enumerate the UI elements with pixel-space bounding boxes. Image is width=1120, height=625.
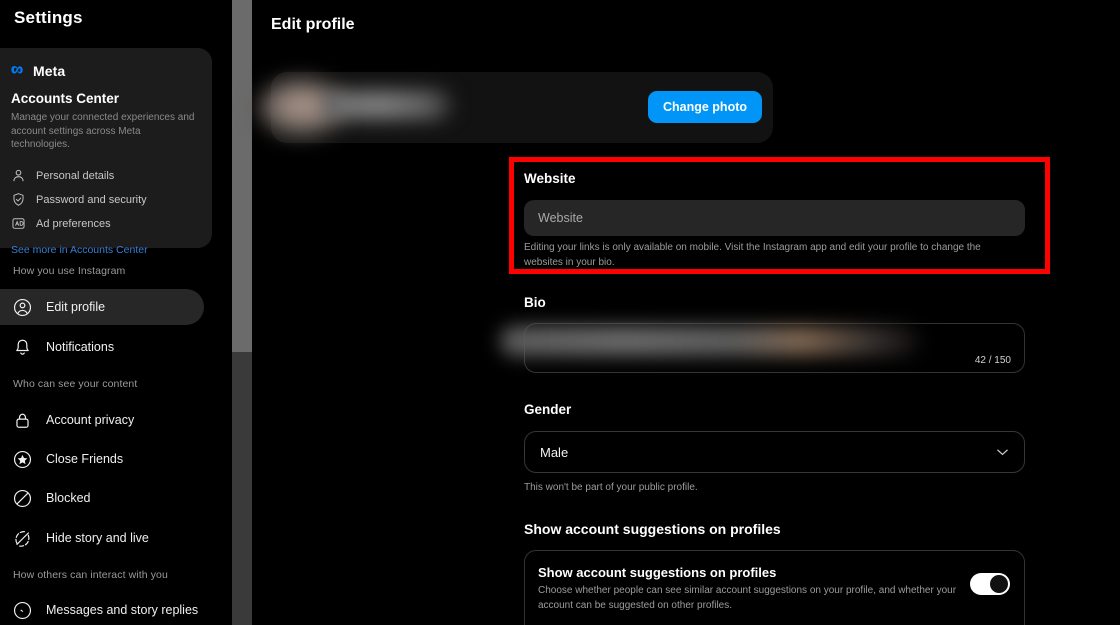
accounts-link-password-security[interactable]: Password and security <box>11 188 212 212</box>
bio-character-counter: 42 / 150 <box>974 355 1011 366</box>
page-title-settings: Settings <box>14 8 83 27</box>
suggestions-toggle[interactable] <box>970 573 1010 595</box>
sidebar-item-hide-story-and-live[interactable]: Hide story and live <box>0 520 204 556</box>
suggestions-texts: Show account suggestions on profiles Cho… <box>538 565 958 613</box>
suggestions-description: Choose whether people can see similar ac… <box>538 585 957 611</box>
nav-section-label-how-others-interact: How others can interact with you <box>13 569 168 581</box>
hide-story-icon <box>15 530 30 547</box>
accounts-link-personal-details[interactable]: Personal details <box>11 164 212 188</box>
sidebar-item-edit-profile[interactable]: Edit profile <box>0 289 204 325</box>
sidebar-item-label: Edit profile <box>46 300 106 314</box>
sidebar-item-account-privacy[interactable]: Account privacy <box>0 402 204 438</box>
gender-selected-value: Male <box>540 444 569 460</box>
sidebar-item-label: Notifications <box>46 340 115 354</box>
accounts-link-label: Personal details <box>36 169 115 182</box>
accounts-center-links: Personal details Password and security A… <box>11 164 212 236</box>
sidebar-item-notifications[interactable]: Notifications <box>0 329 204 365</box>
page-title-edit-profile: Edit profile <box>271 16 355 33</box>
shield-check-icon <box>13 193 24 206</box>
accounts-link-label: Password and security <box>36 193 147 206</box>
accounts-link-ad-preferences[interactable]: Ad preferences <box>11 212 212 236</box>
sidebar-item-label: Hide story and live <box>46 531 149 545</box>
bio-value-blurred <box>500 326 920 356</box>
block-icon <box>13 489 32 507</box>
website-input[interactable] <box>524 200 1025 236</box>
profile-circle-icon <box>13 298 32 316</box>
sidebar-item-label: Close Friends <box>46 452 124 466</box>
person-icon <box>13 169 24 182</box>
website-label: Website <box>524 171 576 186</box>
bio-label: Bio <box>524 295 546 310</box>
chevron-down-icon <box>997 449 1008 456</box>
meta-brand-label: Meta <box>33 63 66 79</box>
gender-help-text: This won't be part of your public profil… <box>524 482 698 493</box>
suggestions-card: Show account suggestions on profiles Cho… <box>524 550 1025 625</box>
change-photo-button[interactable]: Change photo <box>647 91 762 123</box>
website-help-text: Editing your links is only available on … <box>524 242 981 268</box>
sidebar-item-blocked[interactable]: Blocked <box>0 480 204 516</box>
sidebar-item-label: Messages and story replies <box>46 603 199 617</box>
messenger-icon <box>13 601 32 619</box>
sidebar-item-close-friends[interactable]: Close Friends <box>0 441 204 477</box>
suggestions-title: Show account suggestions on profiles <box>538 565 777 580</box>
sidebar-item-label: Account privacy <box>46 413 135 427</box>
gender-select[interactable]: Male <box>524 431 1025 473</box>
sidebar-scrollbar-thumb[interactable] <box>232 0 252 352</box>
suggestions-row: Show account suggestions on profiles Cho… <box>538 565 1010 613</box>
username-blurred <box>323 90 453 120</box>
accounts-link-label: Ad preferences <box>36 217 111 230</box>
bell-icon <box>16 339 29 355</box>
accounts-center-heading: Accounts Center <box>11 91 120 106</box>
sidebar-item-label: Blocked <box>46 491 91 505</box>
star-circle-icon <box>13 450 32 468</box>
lock-icon <box>16 413 29 428</box>
accounts-center-description: Manage your connected experiences and ac… <box>11 112 195 150</box>
meta-brand-row: Meta <box>11 62 212 80</box>
nav-section-label-who-can-see: Who can see your content <box>13 378 138 390</box>
profile-photo-card: Change photo <box>258 72 773 143</box>
nav-section-label-how-you-use: How you use Instagram <box>13 265 126 277</box>
bio-input[interactable]: 42 / 150 <box>500 323 1025 373</box>
meta-infinity-icon <box>11 66 23 74</box>
ad-card-icon <box>12 218 25 229</box>
see-more-accounts-center-link[interactable]: See more in Accounts Center <box>11 244 212 256</box>
gender-label: Gender <box>524 402 572 417</box>
settings-sidebar: Settings Meta Accounts Center Manage you… <box>0 0 232 625</box>
suggestions-section-label: Show account suggestions on profiles <box>524 521 781 537</box>
accounts-center-card: Meta Accounts Center Manage your connect… <box>0 48 212 256</box>
sidebar-item-messages-and-story-replies[interactable]: Messages and story replies <box>0 592 204 625</box>
